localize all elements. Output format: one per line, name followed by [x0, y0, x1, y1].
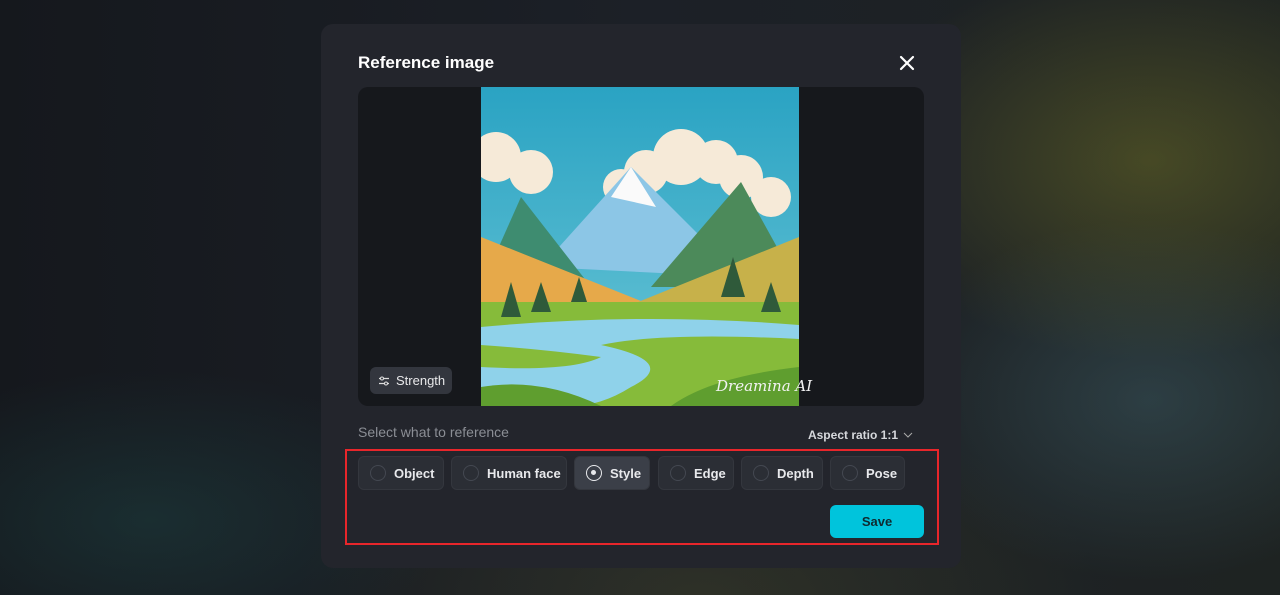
radio-icon [370, 465, 386, 481]
option-label: Pose [866, 465, 898, 481]
aspect-ratio-dropdown[interactable]: Aspect ratio 1:1 [808, 428, 913, 442]
option-object[interactable]: Object [358, 456, 444, 490]
sliders-icon [379, 376, 389, 385]
option-style[interactable]: Style [574, 456, 650, 490]
aspect-ratio-label: Aspect ratio 1:1 [807, 428, 898, 442]
radio-icon [463, 465, 479, 481]
option-pose[interactable]: Pose [830, 456, 905, 490]
option-label: Depth [777, 465, 814, 481]
radio-icon [670, 465, 686, 481]
chevron-down-icon [903, 432, 913, 438]
watermark-text: Dreamina AI [716, 377, 813, 395]
select-reference-label: Select what to reference [358, 424, 509, 440]
option-edge[interactable]: Edge [658, 456, 734, 490]
radio-icon [753, 465, 769, 481]
option-depth[interactable]: Depth [741, 456, 823, 490]
strength-button[interactable]: Strength [370, 367, 452, 394]
option-human-face[interactable]: Human face [451, 456, 567, 490]
reference-image-dialog: Reference image Dreamina AI Strength Sel… [321, 24, 961, 568]
strength-label: Strength [396, 373, 446, 388]
save-button[interactable]: Save [830, 505, 924, 538]
image-preview: Dreamina AI Strength [358, 87, 924, 406]
radio-selected-icon [586, 465, 602, 481]
reference-image [481, 87, 799, 406]
option-label: Edge [694, 465, 726, 481]
dialog-title: Reference image [358, 53, 495, 72]
option-label: Style [610, 465, 642, 481]
radio-icon [842, 465, 858, 481]
option-label: Human face [487, 465, 561, 481]
option-label: Object [394, 465, 435, 481]
close-icon[interactable] [897, 53, 917, 73]
